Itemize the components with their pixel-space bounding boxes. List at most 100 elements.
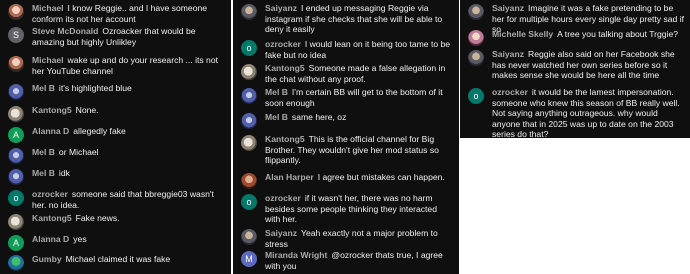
message-text: Fake news. <box>75 213 120 223</box>
avatar[interactable]: A <box>8 127 24 143</box>
author-name[interactable]: Mel B <box>32 83 55 93</box>
avatar[interactable] <box>8 84 24 100</box>
avatar[interactable] <box>8 148 24 164</box>
message-text: A tree you talking about Trggie? <box>557 29 679 39</box>
author-name[interactable]: Alanna D <box>32 234 69 244</box>
chat-message: Michael wake up and do your research ... … <box>8 55 223 76</box>
message-body: Michelle Skelly A tree you talking about … <box>492 29 686 40</box>
message-body: Mel Bit's highlighted blue <box>32 83 223 94</box>
author-name[interactable]: Steve McDonald <box>32 26 98 36</box>
avatar[interactable] <box>8 214 24 230</box>
author-name[interactable]: ozrocker <box>265 39 301 49</box>
author-name[interactable]: Miranda Wright <box>265 250 327 260</box>
author-name[interactable]: Kantong5 <box>265 63 305 73</box>
message-text: it's highlighted blue <box>58 83 132 93</box>
chat-message: Mel B I'm certain BB will get to the bott… <box>241 87 454 108</box>
message-body: Kantong5 Someone made a false allegation … <box>265 63 454 84</box>
avatar[interactable] <box>468 50 484 66</box>
chat-message: Kantong5 None. <box>8 105 223 122</box>
chat-message: Michelle Skelly A tree you talking about … <box>468 29 686 46</box>
author-name[interactable]: Alan Harper <box>265 172 314 182</box>
message-body: Kantong5 Fake news. <box>32 213 223 224</box>
author-name[interactable]: Kantong5 <box>265 134 305 144</box>
avatar[interactable]: o <box>241 194 257 210</box>
message-body: Saiyanz Yeah exactly not a major problem … <box>265 228 454 249</box>
message-text: same here, oz <box>291 112 347 122</box>
avatar[interactable] <box>468 4 484 20</box>
chat-message: o ozrocker someone said that bbreggie03 wa… <box>8 189 223 210</box>
message-body: Kantong5 None. <box>32 105 223 116</box>
chat-panel-middle: Saiyanz I ended up messaging Reggie via i… <box>233 0 459 274</box>
author-name[interactable]: Saiyanz <box>265 3 297 13</box>
chat-message: Mel Bsame here, oz <box>241 112 454 129</box>
avatar[interactable]: A <box>8 235 24 251</box>
avatar[interactable] <box>241 135 257 151</box>
avatar[interactable] <box>241 113 257 129</box>
author-name[interactable]: ozrocker <box>32 189 68 199</box>
avatar[interactable] <box>468 30 484 46</box>
author-name[interactable]: Saiyanz <box>492 3 524 13</box>
author-name[interactable]: Mel B <box>32 147 55 157</box>
message-body: Saiyanz Reggie also said on her Facebook … <box>492 49 686 81</box>
chat-message: Mel Bidk <box>8 168 223 185</box>
chat-message: o ozrocker it would be the lamest imperson… <box>468 87 686 138</box>
message-text: I agree but mistakes can happen. <box>317 172 445 182</box>
avatar[interactable] <box>8 255 24 271</box>
author-name[interactable]: ozrocker <box>492 87 528 97</box>
chat-message: o ozrocker I would lean on it being too ta… <box>241 39 454 60</box>
message-body: Mel Bidk <box>32 168 223 179</box>
avatar[interactable]: M <box>241 251 257 267</box>
chat-message: Alan Harper I agree but mistakes can happ… <box>241 172 454 189</box>
author-name[interactable]: ozrocker <box>265 193 301 203</box>
author-name[interactable]: Alanna D <box>32 126 69 136</box>
author-name[interactable]: Michelle Skelly <box>492 29 553 39</box>
author-name[interactable]: Saiyanz <box>492 49 524 59</box>
avatar[interactable]: o <box>468 88 484 104</box>
avatar[interactable] <box>241 88 257 104</box>
chat-message: A Alanna D yes <box>8 234 223 251</box>
message-body: ozrocker someone said that bbreggie03 was… <box>32 189 223 210</box>
author-name[interactable]: Mel B <box>32 168 55 178</box>
message-body: Mel B I'm certain BB will get to the bott… <box>265 87 454 108</box>
chat-message: Mel Bor Michael <box>8 147 223 164</box>
message-body: Michael I know Reggie.. and I have someon… <box>32 3 223 24</box>
avatar[interactable] <box>8 169 24 185</box>
message-body: Saiyanz I ended up messaging Reggie via i… <box>265 3 454 35</box>
avatar[interactable] <box>8 106 24 122</box>
author-name[interactable]: Kantong5 <box>32 213 72 223</box>
avatar[interactable]: o <box>8 190 24 206</box>
chat-message: Gumby Michael claimed it was fake <box>8 254 223 271</box>
message-body: Gumby Michael claimed it was fake <box>32 254 223 265</box>
author-name[interactable]: Gumby <box>32 254 62 264</box>
avatar[interactable] <box>8 4 24 20</box>
author-name[interactable]: Mel B <box>265 87 288 97</box>
chat-message: Kantong5 Fake news. <box>8 213 223 230</box>
author-name[interactable]: Michael <box>32 3 64 13</box>
avatar[interactable] <box>241 4 257 20</box>
message-text: Michael claimed it was fake <box>65 254 171 264</box>
avatar[interactable] <box>8 56 24 72</box>
chat-message: Mel Bit's highlighted blue <box>8 83 223 100</box>
chat-message: Kantong5 Someone made a false allegation … <box>241 63 454 84</box>
avatar[interactable]: o <box>241 40 257 56</box>
avatar[interactable] <box>241 229 257 245</box>
message-text: idk <box>58 168 70 178</box>
avatar[interactable] <box>241 173 257 189</box>
chat-message: Saiyanz I ended up messaging Reggie via i… <box>241 3 454 35</box>
message-text: I'm certain BB will get to the bottom of… <box>265 87 443 108</box>
author-name[interactable]: Mel B <box>265 112 288 122</box>
message-body: Michael wake up and do your research ... … <box>32 55 223 76</box>
author-name[interactable]: Saiyanz <box>265 228 297 238</box>
message-body: ozrocker I would lean on it being too tam… <box>265 39 454 60</box>
author-name[interactable]: Kantong5 <box>32 105 72 115</box>
message-body: Miranda Wright @ozrocker thats true, I ag… <box>265 250 454 271</box>
chat-message: Kantong5 This is the official channel for… <box>241 134 454 166</box>
message-body: Kantong5 This is the official channel for… <box>265 134 454 166</box>
message-body: Alan Harper I agree but mistakes can happ… <box>265 172 454 183</box>
avatar[interactable] <box>241 64 257 80</box>
author-name[interactable]: Michael <box>32 55 64 65</box>
avatar[interactable]: S <box>8 27 24 43</box>
message-body: Mel Bor Michael <box>32 147 223 158</box>
message-text: yes <box>73 234 87 244</box>
message-body: ozrocker it would be the lamest impersona… <box>492 87 686 138</box>
